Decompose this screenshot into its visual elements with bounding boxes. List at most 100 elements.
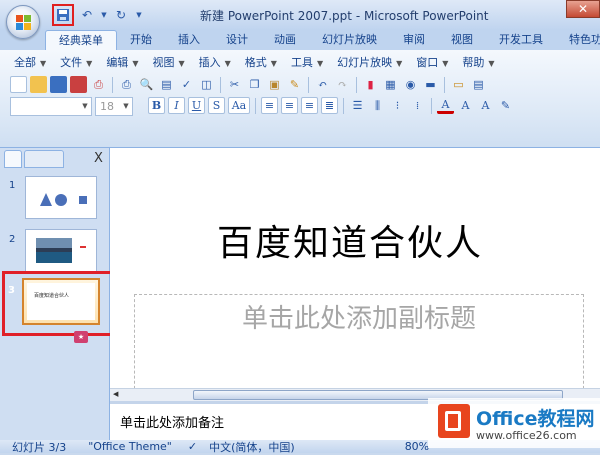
- slide-number: 2: [9, 234, 16, 245]
- underline-icon[interactable]: U: [188, 97, 205, 114]
- tab-animations[interactable]: 动画: [261, 30, 309, 50]
- slide-title[interactable]: 百度知道合伙人: [110, 214, 590, 266]
- tab-special[interactable]: 特色功能: [556, 30, 600, 50]
- save-icon[interactable]: [50, 76, 67, 93]
- justify-icon[interactable]: ≣: [321, 97, 338, 114]
- menu-view[interactable]: 视图 ▼: [146, 53, 190, 71]
- shadow-icon[interactable]: S: [208, 97, 225, 114]
- font-color-icon[interactable]: A: [437, 97, 454, 114]
- columns-icon[interactable]: ⫼: [369, 97, 386, 114]
- translate-icon[interactable]: ◫: [198, 76, 215, 93]
- permission-icon[interactable]: [70, 76, 87, 93]
- divider: [112, 76, 113, 93]
- redo-button[interactable]: ↻: [112, 6, 130, 24]
- numbering-icon[interactable]: ⁞: [409, 97, 426, 114]
- tab-review[interactable]: 审阅: [390, 30, 438, 50]
- align-right-icon[interactable]: ≡: [301, 97, 318, 114]
- open-folder-icon[interactable]: [30, 76, 47, 93]
- save-button[interactable]: [52, 4, 74, 26]
- font-shrink-icon[interactable]: A: [477, 97, 494, 114]
- menu-label: 窗口: [416, 56, 439, 69]
- font-combo-row: ▼ 18 ▼: [10, 97, 133, 116]
- spellcheck-icon[interactable]: ✓: [188, 440, 197, 453]
- print-preview-icon[interactable]: ⎙: [90, 76, 107, 93]
- undo-dropdown[interactable]: ▼: [100, 6, 108, 24]
- tab-slides[interactable]: [4, 150, 22, 168]
- bold-icon[interactable]: B: [148, 97, 165, 114]
- title-bar: ↶ ▼ ↻ ▼ 新建 PowerPoint 2007.ppt - Microso…: [0, 0, 600, 30]
- new-icon[interactable]: [10, 76, 27, 93]
- tab-design[interactable]: 设计: [213, 30, 261, 50]
- zoom-level[interactable]: 80%: [405, 440, 429, 453]
- redo-icon[interactable]: ↷: [334, 76, 351, 93]
- tab-slide-show[interactable]: 幻灯片放映: [309, 30, 390, 50]
- qat-customize[interactable]: ▼: [134, 6, 144, 24]
- menu-help[interactable]: 帮助 ▼: [456, 53, 500, 71]
- bullets-icon[interactable]: ⁝: [389, 97, 406, 114]
- image-icon: [36, 238, 86, 263]
- slide-thumbnail-1[interactable]: [25, 176, 97, 219]
- ribbon-tabs: 经典菜单 开始 插入 设计 动画 幻灯片放映 审阅 视图 开发工具 特色功能: [0, 30, 600, 50]
- undo-icon[interactable]: ↶: [314, 76, 331, 93]
- copy-icon[interactable]: ❐: [246, 76, 263, 93]
- notes-placeholder: 单击此处添加备注: [120, 416, 225, 431]
- chevron-down-icon: ▼: [488, 59, 495, 68]
- line-spacing-icon[interactable]: ☰: [349, 97, 366, 114]
- chart-icon[interactable]: ▮: [362, 76, 379, 93]
- menu-edit[interactable]: 编辑 ▼: [100, 53, 144, 71]
- menu-format[interactable]: 格式 ▼: [239, 53, 283, 71]
- office-button[interactable]: [6, 5, 40, 39]
- chevron-down-icon: ▼: [86, 59, 93, 68]
- font-name-combo[interactable]: ▼: [10, 97, 92, 116]
- quick-access-toolbar: ↶ ▼ ↻ ▼: [52, 4, 144, 26]
- tab-outline[interactable]: [24, 150, 64, 168]
- watermark: Office教程网 www.office26.com: [428, 398, 600, 448]
- undo-button[interactable]: ↶: [78, 6, 96, 24]
- menu-file[interactable]: 文件 ▼: [54, 53, 98, 71]
- menu-slide-show[interactable]: 幻灯片放映 ▼: [331, 53, 408, 71]
- close-pane-button[interactable]: X: [94, 151, 103, 166]
- tab-home[interactable]: 开始: [117, 30, 165, 50]
- align-center-icon[interactable]: ≡: [281, 97, 298, 114]
- align-left-icon[interactable]: ≡: [261, 97, 278, 114]
- format-painter-icon[interactable]: ✎: [286, 76, 303, 93]
- menu-window[interactable]: 窗口 ▼: [410, 53, 454, 71]
- new-slide-icon[interactable]: ▭: [450, 76, 467, 93]
- layout-icon[interactable]: ▤: [470, 76, 487, 93]
- shape-fill-icon[interactable]: ▬: [422, 76, 439, 93]
- subtitle-placeholder[interactable]: 单击此处添加副标题: [134, 298, 584, 335]
- slide-thumb-title: 百度知道合伙人: [34, 293, 70, 299]
- paste-icon[interactable]: ▣: [266, 76, 283, 93]
- print-icon[interactable]: ⎙: [118, 76, 135, 93]
- spelling-icon[interactable]: ✓: [178, 76, 195, 93]
- divider: [308, 76, 309, 93]
- table-icon[interactable]: ▦: [382, 76, 399, 93]
- scroll-left-icon[interactable]: ◀: [113, 390, 118, 398]
- italic-icon[interactable]: I: [168, 97, 185, 114]
- menu-insert[interactable]: 插入 ▼: [193, 53, 237, 71]
- animation-icon: ★: [74, 331, 88, 343]
- menu-tools[interactable]: 工具 ▼: [285, 53, 329, 71]
- research-icon[interactable]: ▤: [158, 76, 175, 93]
- redo-icon: ↻: [115, 8, 127, 22]
- chevron-down-icon: ▼: [82, 102, 88, 110]
- menu-all[interactable]: 全部 ▼: [8, 53, 52, 71]
- language[interactable]: 中文(简体，中国): [209, 439, 295, 455]
- tab-classic-menu[interactable]: 经典菜单: [45, 30, 117, 50]
- menu-label: 工具: [290, 56, 313, 69]
- hyperlink-icon[interactable]: ◉: [402, 76, 419, 93]
- tab-view[interactable]: 视图: [438, 30, 486, 50]
- tab-developer[interactable]: 开发工具: [486, 30, 556, 50]
- slide-thumbnail-2[interactable]: [25, 229, 97, 272]
- chevron-down-icon: ▼: [224, 59, 231, 68]
- preview-icon[interactable]: 🔍: [138, 76, 155, 93]
- slide-thumbnail-3[interactable]: 百度知道合伙人: [22, 278, 100, 325]
- menu-label: 幻灯片放映: [337, 56, 393, 69]
- font-grow-icon[interactable]: A: [457, 97, 474, 114]
- cut-icon[interactable]: ✂: [226, 76, 243, 93]
- highlight-icon[interactable]: ✎: [497, 97, 514, 114]
- change-case-icon[interactable]: Aa: [228, 97, 250, 114]
- window-close-button[interactable]: ✕: [566, 0, 600, 18]
- tab-insert[interactable]: 插入: [165, 30, 213, 50]
- font-size-combo[interactable]: 18 ▼: [95, 97, 133, 116]
